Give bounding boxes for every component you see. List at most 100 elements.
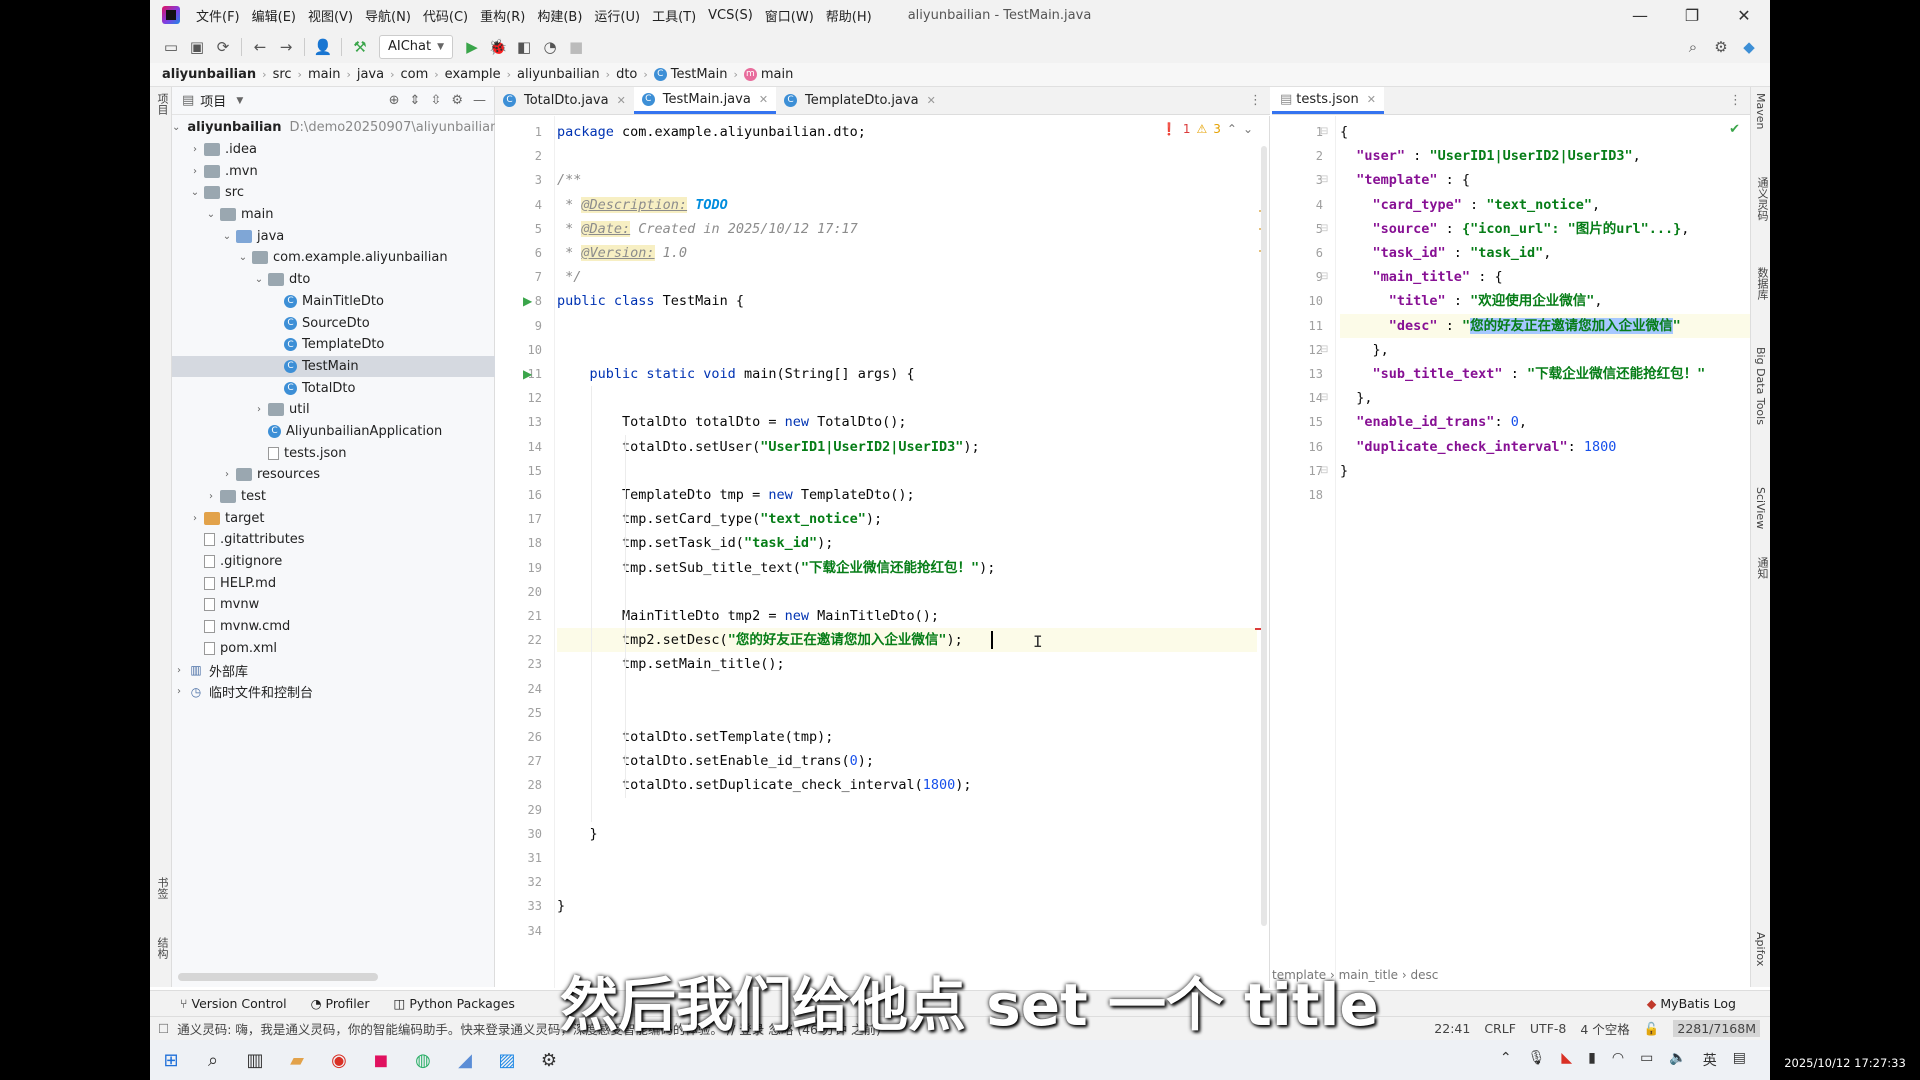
restore-icon[interactable]: ❐: [1666, 6, 1718, 25]
code-line[interactable]: tmp.setCard_type("text_notice");: [557, 507, 1257, 531]
code-line[interactable]: [557, 580, 1257, 604]
debug-icon[interactable]: 🐞: [485, 34, 511, 60]
file-explorer-icon[interactable]: ▰: [276, 1040, 318, 1080]
breadcrumb-example[interactable]: example: [445, 67, 501, 82]
tree-item[interactable]: mvnw.cmd: [172, 616, 495, 638]
stop-icon[interactable]: ■: [563, 34, 589, 60]
maven-tool-button[interactable]: Maven: [1754, 93, 1767, 129]
breadcrumb-testmain[interactable]: TestMain: [671, 67, 728, 82]
caret-position[interactable]: 22:41: [1434, 1021, 1470, 1036]
coverage-icon[interactable]: ◧: [511, 34, 537, 60]
tree-item[interactable]: C TotalDto: [172, 377, 495, 399]
volume-icon[interactable]: 🔈: [1669, 1050, 1686, 1070]
code-line[interactable]: [557, 846, 1257, 870]
code-line[interactable]: }: [557, 894, 1257, 918]
profile-icon[interactable]: ◔: [537, 34, 563, 60]
hide-icon[interactable]: —: [473, 93, 486, 108]
code-line[interactable]: * @Version: 1.0: [557, 241, 1257, 265]
python-packages-button[interactable]: ◫ Python Packages: [394, 996, 515, 1011]
menu-help[interactable]: 帮助(H): [820, 6, 878, 25]
bigdata-tool-button[interactable]: Big Data Tools: [1754, 347, 1767, 425]
tree-item[interactable]: › test: [172, 486, 495, 508]
mybatis-log-button[interactable]: ◆ MyBatis Log: [1647, 996, 1770, 1011]
code-line[interactable]: [557, 919, 1257, 943]
code-line[interactable]: "desc" : "您的好友正在邀请您加入企业微信": [1340, 313, 1750, 338]
tree-item[interactable]: › ◷ 临时文件和控制台: [172, 681, 495, 703]
fold-icon[interactable]: ⊟: [1320, 392, 1328, 403]
indent-setting[interactable]: 4 个空格: [1580, 1019, 1629, 1038]
locate-icon[interactable]: ⊕: [389, 93, 400, 108]
fold-icon[interactable]: ⊟: [1320, 465, 1328, 476]
tree-item[interactable]: C SourceDto: [172, 312, 495, 334]
system-clock[interactable]: 2025/10/12 17:27:33: [1770, 1056, 1920, 1070]
code-line[interactable]: totalDto.setEnable_id_trans(0);: [557, 749, 1257, 773]
breadcrumb-java[interactable]: java: [357, 67, 384, 82]
sciview-tool-button[interactable]: SciView: [1754, 487, 1767, 529]
code-line[interactable]: }: [1340, 459, 1750, 483]
notifications-tool-button[interactable]: 通知: [1754, 557, 1770, 579]
code-line[interactable]: },: [1340, 338, 1750, 362]
close-tab-icon[interactable]: ✕: [1367, 93, 1376, 106]
tree-item[interactable]: ⌄ main: [172, 204, 495, 226]
tree-item[interactable]: mvnw: [172, 594, 495, 616]
collapse-all-icon[interactable]: ⇳: [430, 93, 441, 108]
photos-icon[interactable]: ▨: [486, 1040, 528, 1080]
tray-chevron-up-icon[interactable]: ⌃: [1500, 1050, 1512, 1070]
memory-indicator[interactable]: 2281/7168M: [1673, 1020, 1760, 1037]
tree-item[interactable]: pom.xml: [172, 638, 495, 660]
back-icon[interactable]: ←: [247, 34, 273, 60]
tree-item[interactable]: HELP.md: [172, 572, 495, 594]
project-panel-title[interactable]: 项目: [200, 91, 226, 110]
code-line[interactable]: [557, 144, 1257, 168]
battery-icon[interactable]: ▭: [1640, 1050, 1653, 1070]
code-line[interactable]: tmp2.setDesc("您的好友正在邀请您加入企业微信");: [557, 628, 1257, 653]
fold-icon[interactable]: ⊟: [1320, 126, 1328, 137]
menu-file[interactable]: 文件(F): [190, 6, 246, 25]
menu-run[interactable]: 运行(U): [588, 6, 646, 25]
code-line[interactable]: public class TestMain {: [557, 289, 1257, 313]
line-separator[interactable]: CRLF: [1484, 1021, 1516, 1036]
microphone-icon[interactable]: 🎙: [1528, 1050, 1546, 1070]
code-line[interactable]: "source" : {"icon_url": "图片的url"...},: [1340, 217, 1750, 241]
forward-icon[interactable]: →: [273, 34, 299, 60]
code-line[interactable]: [557, 314, 1257, 338]
tree-item[interactable]: › .mvn: [172, 160, 495, 182]
tree-item[interactable]: .gitattributes: [172, 529, 495, 551]
apifox-tool-button[interactable]: Apifox: [1754, 932, 1767, 966]
tree-item[interactable]: tests.json: [172, 442, 495, 464]
code-line[interactable]: [557, 459, 1257, 483]
version-control-button[interactable]: ⑂ Version Control: [180, 996, 287, 1011]
code-line[interactable]: totalDto.setUser("UserID1|UserID2|UserID…: [557, 435, 1257, 459]
tree-item[interactable]: ⌄ com.example.aliyunbailian: [172, 247, 495, 269]
inspection-widget[interactable]: ❗ 1 ⚠ 3 ⌃ ⌄: [1162, 122, 1253, 136]
tree-item[interactable]: › resources: [172, 464, 495, 486]
menu-navigate[interactable]: 导航(N): [359, 6, 417, 25]
ime-indicator[interactable]: 英: [1703, 1050, 1717, 1070]
fold-icon[interactable]: ⊟: [1320, 271, 1328, 282]
code-line[interactable]: public static void main(String[] args) {: [557, 362, 1257, 386]
open-folder-icon[interactable]: ▭: [158, 34, 184, 60]
code-line[interactable]: "main_title" : {: [1340, 265, 1750, 289]
code-line[interactable]: */: [557, 265, 1257, 289]
tree-item-root[interactable]: ⌄ aliyunbailian D:\demo20250907\aliyunba…: [172, 117, 498, 139]
code-line[interactable]: [557, 798, 1257, 822]
plugin-icon[interactable]: ◆: [1736, 34, 1762, 60]
code-line[interactable]: "title" : "欢迎使用企业微信",: [1340, 289, 1750, 313]
code-line[interactable]: totalDto.setTemplate(tmp);: [557, 725, 1257, 749]
tree-item[interactable]: ⌄ src: [172, 182, 495, 204]
close-tab-icon[interactable]: ✕: [759, 93, 768, 106]
tree-item[interactable]: › target: [172, 507, 495, 529]
search-icon[interactable]: ⌕: [192, 1040, 234, 1080]
code-line[interactable]: [557, 338, 1257, 362]
code-line[interactable]: * @Date: Created in 2025/10/12 17:17: [557, 217, 1257, 241]
notification-center-icon[interactable]: ▤: [1733, 1050, 1746, 1070]
wechat-icon[interactable]: ◍: [402, 1040, 444, 1080]
tree-item[interactable]: › ▥ 外部库: [172, 659, 495, 681]
app-icon[interactable]: ◢: [444, 1040, 486, 1080]
code-line[interactable]: {: [1340, 120, 1750, 144]
code-line[interactable]: TemplateDto tmp = new TemplateDto();: [557, 483, 1257, 507]
code-line[interactable]: totalDto.setDuplicate_check_interval(180…: [557, 773, 1257, 797]
chevron-down-icon[interactable]: ⌄: [1243, 122, 1253, 136]
vertical-scrollbar[interactable]: [1261, 146, 1267, 926]
file-encoding[interactable]: UTF-8: [1530, 1021, 1566, 1036]
